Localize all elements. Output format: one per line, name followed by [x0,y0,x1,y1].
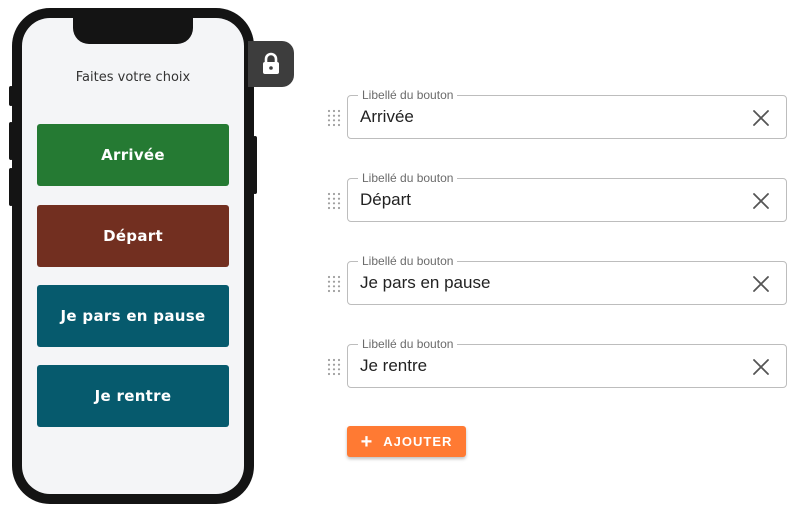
field-label: Libellé du bouton [358,171,458,185]
choice-button-arrivee[interactable]: Arrivée [37,124,229,186]
field-label: Libellé du bouton [358,254,458,268]
phone-side-button [253,136,257,194]
field-label: Libellé du bouton [358,337,458,351]
field-label: Libellé du bouton [358,88,458,102]
phone-preview: Faites votre choix Arrivée Départ Je par… [9,8,257,504]
choice-button-depart[interactable]: Départ [37,205,229,267]
plus-icon: + [360,430,374,453]
field-row: Libellé du bouton Je pars en pause [325,254,787,307]
add-button-label: AJOUTER [383,434,453,449]
close-icon[interactable] [752,109,770,127]
drag-handle-icon[interactable] [327,358,341,376]
phone-screen: Faites votre choix Arrivée Départ Je par… [22,18,244,494]
lock-toggle[interactable] [248,41,294,87]
lock-icon [263,52,279,74]
field-value[interactable]: Je pars en pause [360,273,490,293]
phone-side-button [9,168,13,206]
drag-handle-icon[interactable] [327,192,341,210]
field-row: Libellé du bouton Arrivée [325,88,787,141]
field-row: Libellé du bouton Départ [325,171,787,224]
drag-handle-icon[interactable] [327,109,341,127]
field-row: Libellé du bouton Je rentre [325,337,787,390]
phone-notch [73,18,193,44]
close-icon[interactable] [752,275,770,293]
screen-title: Faites votre choix [75,70,191,85]
phone-side-button [9,122,13,160]
close-icon[interactable] [752,192,770,210]
close-icon[interactable] [752,358,770,376]
editor-stage: Faites votre choix Arrivée Départ Je par… [0,0,800,514]
drag-handle-icon[interactable] [327,275,341,293]
field-value[interactable]: Arrivée [360,107,414,127]
field-value[interactable]: Départ [360,190,411,210]
button-label-field[interactable]: Libellé du bouton Arrivée [347,88,787,139]
button-label-field[interactable]: Libellé du bouton Départ [347,171,787,222]
button-label-field[interactable]: Libellé du bouton Je pars en pause [347,254,787,305]
field-value[interactable]: Je rentre [360,356,427,376]
choice-button-rentre[interactable]: Je rentre [37,365,229,427]
choice-button-pause[interactable]: Je pars en pause [37,285,229,347]
phone-side-button [9,86,13,106]
add-button[interactable]: + AJOUTER [347,426,466,457]
button-label-field[interactable]: Libellé du bouton Je rentre [347,337,787,388]
